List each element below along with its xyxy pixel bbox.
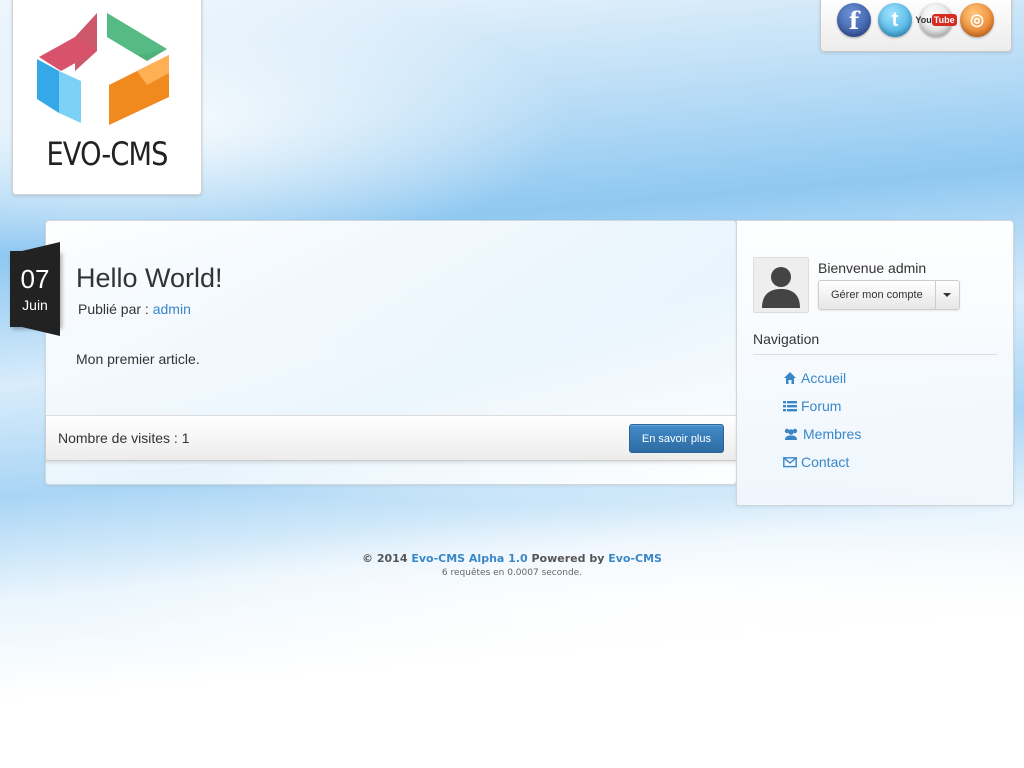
nav-item-membres[interactable]: Membres [783,420,861,448]
chevron-down-icon [943,293,952,297]
nav-item-contact[interactable]: Contact [783,448,861,476]
manage-account-button[interactable]: Gérer mon compte [819,281,935,309]
nav-heading: Navigation [753,331,997,355]
date-day: 07 [20,264,50,294]
twitter-icon[interactable]: t [878,3,912,37]
facebook-icon[interactable]: f [837,3,871,37]
page-footer: © 2014 Evo-CMS Alpha 1.0 Powered by Evo-… [0,552,1024,578]
nav-list: Accueil Forum Membres Contact [783,364,861,476]
account-button-group: Gérer mon compte [818,280,960,310]
visit-count: Nombre de visites : 1 [58,430,190,446]
post-footer: Nombre de visites : 1 En savoir plus [46,415,736,461]
account-dropdown-toggle[interactable] [934,281,959,309]
users-icon [784,428,798,440]
youtube-you: You [915,15,932,25]
social-links: f t You Tube ◎ [820,0,1012,52]
nav-link-accueil[interactable]: Accueil [801,370,846,386]
post-author-link[interactable]: admin [153,301,191,317]
date-badge: 07 Juin [10,242,60,336]
site-logo[interactable]: EVO-CMS [12,0,202,195]
footer-copyright: © 2014 [362,552,408,565]
list-icon [783,401,797,412]
footer-powered-by: Powered by [531,552,605,565]
footer-powered-link[interactable]: Evo-CMS [608,552,662,565]
nav-link-membres[interactable]: Membres [803,426,861,442]
footer-credits: © 2014 Evo-CMS Alpha 1.0 Powered by Evo-… [0,552,1024,565]
youtube-tube: Tube [931,14,957,26]
nav-link-forum[interactable]: Forum [801,398,841,414]
rss-icon[interactable]: ◎ [960,3,994,37]
read-more-button[interactable]: En savoir plus [628,424,724,453]
post-body: Mon premier article. [76,351,200,367]
nav-item-forum[interactable]: Forum [783,392,861,420]
youtube-icon[interactable]: You Tube [915,3,957,37]
post-meta-label: Publié par : [78,301,149,317]
footer-stats: 6 requêtes en 0.0007 seconde. [441,568,583,578]
date-month: Juin [22,297,48,313]
welcome-text: Bienvenue admin [818,260,927,276]
nav-item-accueil[interactable]: Accueil [783,364,861,392]
sidebar: Bienvenue admin Gérer mon compte Navigat… [736,220,1014,506]
footer-product-link[interactable]: Evo-CMS Alpha 1.0 [411,552,527,565]
home-icon [784,372,796,384]
post-title[interactable]: Hello World! [76,263,223,294]
post-meta: Publié par : admin [78,301,191,317]
envelope-icon [783,457,797,468]
evo-cms-cube-icon [37,13,169,125]
logo-text: EVO-CMS [46,135,168,173]
user-silhouette-icon [754,258,808,312]
nav-link-contact[interactable]: Contact [801,454,849,470]
user-avatar-icon[interactable] [753,257,809,313]
